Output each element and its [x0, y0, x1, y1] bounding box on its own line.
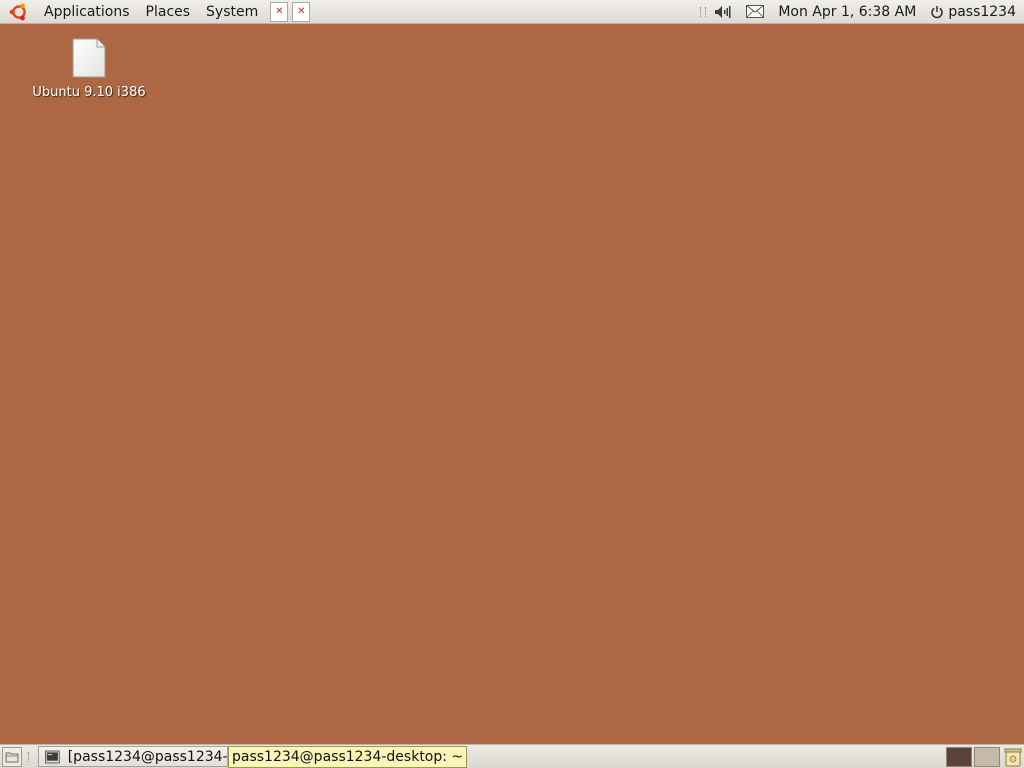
document-launcher-2-icon[interactable]: ✕ — [292, 1, 311, 22]
document-launcher-1-icon[interactable]: ✕ — [270, 1, 289, 22]
trash-icon[interactable] — [1002, 746, 1024, 768]
ubuntu-logo-icon[interactable] — [8, 1, 30, 23]
panel-handle — [28, 751, 32, 762]
top-panel: Applications Places System ✕ ✕ Mon Apr 1… — [0, 0, 1024, 24]
power-icon — [931, 5, 944, 18]
document-icon — [72, 38, 106, 78]
terminal-icon — [45, 750, 60, 763]
user-switcher[interactable]: pass1234 — [930, 4, 1016, 20]
volume-icon[interactable] — [714, 0, 732, 24]
mail-icon[interactable] — [746, 0, 765, 24]
system-menu[interactable]: System — [198, 0, 266, 24]
applications-menu[interactable]: Applications — [36, 0, 138, 24]
desktop-icon-label: Ubuntu 9.10 i386 — [32, 85, 146, 100]
folder-icon — [5, 752, 19, 762]
bottom-panel: [pass1234@pass1234-... pass1234@pass1234… — [0, 744, 1024, 768]
workspace-1[interactable] — [946, 746, 972, 767]
main-menu-bar: Applications Places System ✕ ✕ — [0, 0, 311, 24]
workspace-switcher-area — [946, 745, 1024, 768]
show-desktop-button[interactable] — [2, 746, 22, 767]
places-menu[interactable]: Places — [138, 0, 199, 24]
window-tooltip: pass1234@pass1234-desktop: ~ — [228, 745, 468, 768]
desktop-icon-ubuntu[interactable]: Ubuntu 9.10 i386 — [30, 37, 148, 100]
panel-handle — [700, 6, 707, 17]
workspace-2[interactable] — [974, 746, 1000, 767]
taskbar-button-label: [pass1234@pass1234-... — [67, 748, 227, 765]
notification-area: Mon Apr 1, 6:38 AM pass1234 — [700, 0, 1024, 24]
clock[interactable]: Mon Apr 1, 6:38 AM — [778, 4, 916, 20]
taskbar-terminal-button[interactable]: [pass1234@pass1234-... — [38, 746, 228, 767]
username-label: pass1234 — [948, 3, 1016, 20]
